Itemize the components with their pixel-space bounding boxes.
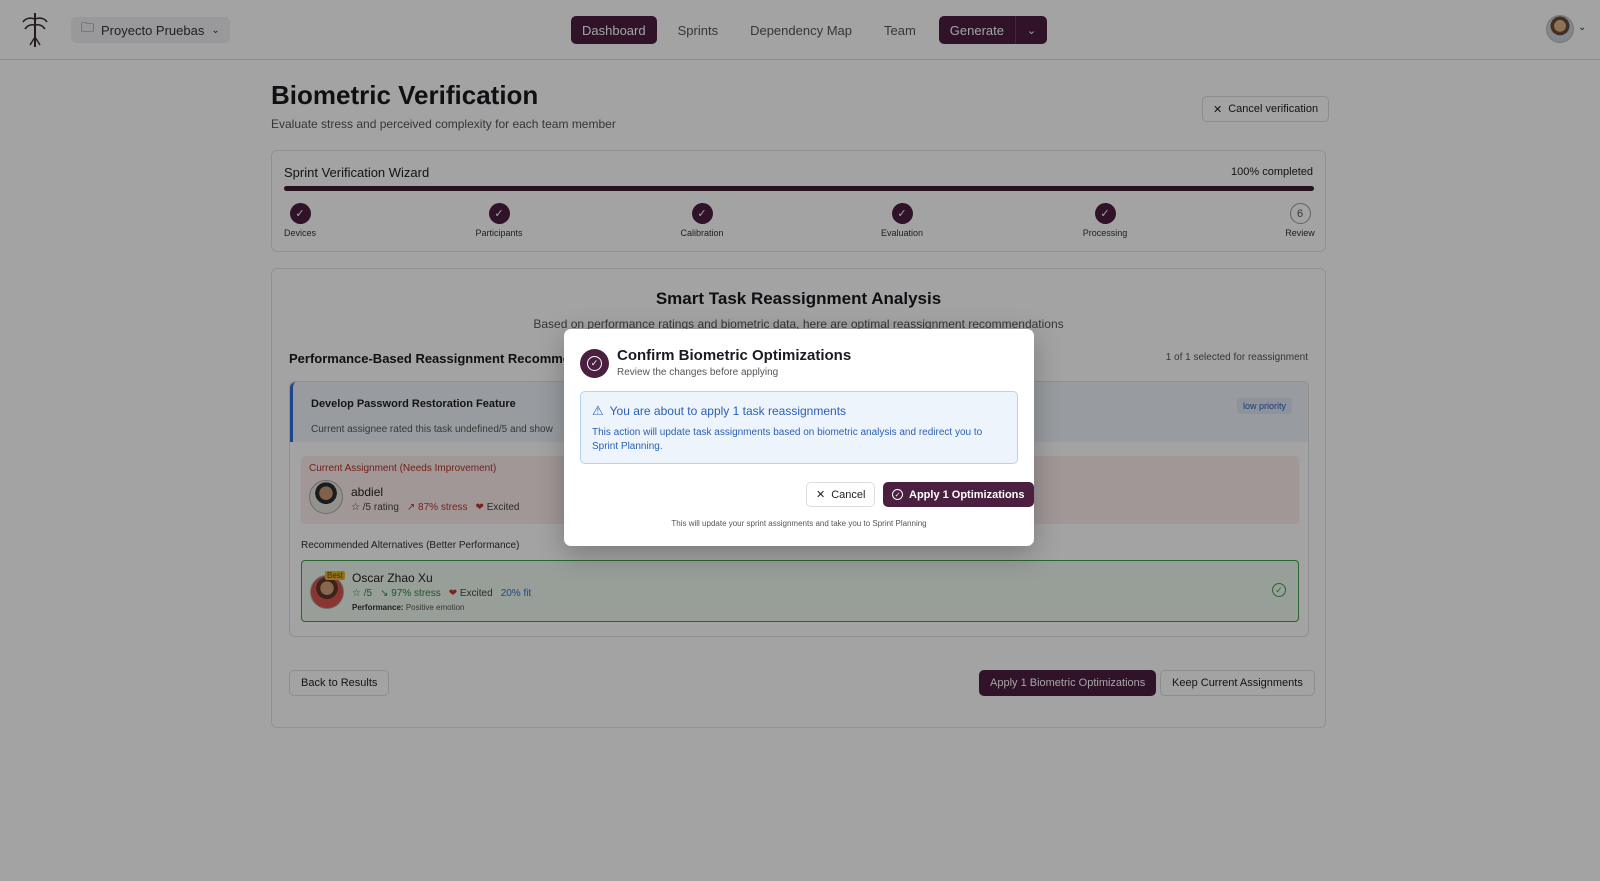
alert-title-row: ⚠ You are about to apply 1 task reassign… xyxy=(592,403,846,419)
alert-body: This action will update task assignments… xyxy=(592,427,983,452)
confirm-check-icon: ✓ xyxy=(580,349,609,378)
dialog-title: Confirm Biometric Optimizations xyxy=(617,347,852,364)
warning-triangle-icon: ⚠ xyxy=(592,403,604,418)
dialog-apply-button[interactable]: ✓ Apply 1 Optimizations xyxy=(883,482,1034,507)
dialog-cancel-button[interactable]: ✕ Cancel xyxy=(806,482,876,507)
apply-label: Apply 1 Optimizations xyxy=(909,488,1025,501)
dialog-footer-note: This will update your sprint assignments… xyxy=(671,519,927,528)
check-circle-icon: ✓ xyxy=(892,489,903,500)
info-alert: ⚠ You are about to apply 1 task reassign… xyxy=(580,391,1018,464)
confirm-dialog: ✓ Confirm Biometric Optimizations Review… xyxy=(564,329,1034,546)
close-icon: ✕ xyxy=(816,489,826,501)
dialog-subtitle: Review the changes before applying xyxy=(617,367,779,378)
alert-title: You are about to apply 1 task reassignme… xyxy=(609,404,847,418)
cancel-label: Cancel xyxy=(831,488,866,501)
